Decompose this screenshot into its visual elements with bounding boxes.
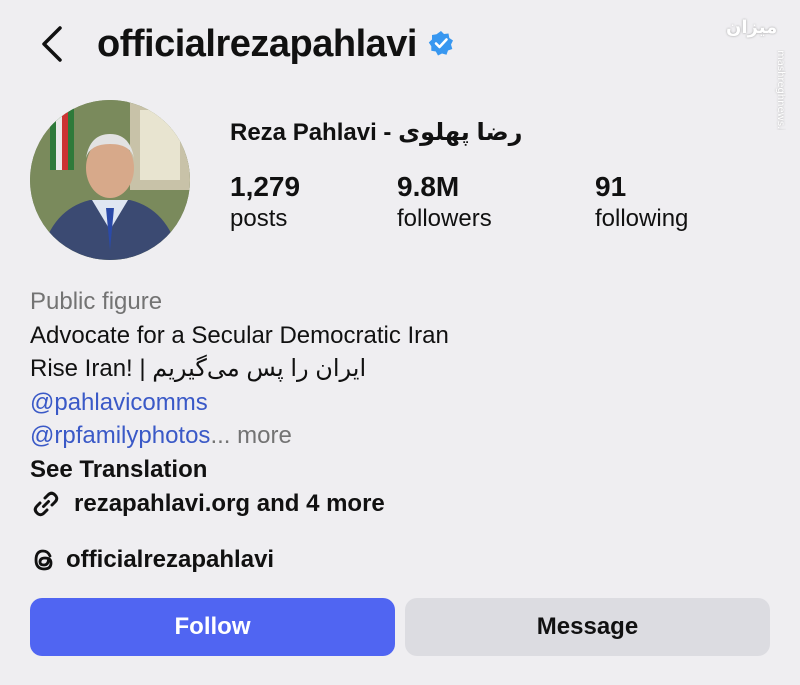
stat-label: following	[595, 205, 689, 232]
avatar-portrait-image	[30, 100, 190, 260]
stat-value: 9.8M	[397, 171, 460, 202]
threads-badge[interactable]: officialrezapahlavi	[30, 542, 274, 578]
profile-full-name: Reza Pahlavi - رضا پهلوی	[230, 119, 523, 146]
watermark-logo: میزان	[726, 17, 778, 38]
mention-link[interactable]: @pahlavicomms	[30, 386, 730, 420]
stat-value: 1,279	[230, 171, 301, 202]
stat-label: posts	[230, 205, 288, 232]
profile-bio: Public figure Advocate for a Secular Dem…	[30, 285, 730, 486]
profile-category: Public figure	[30, 288, 163, 315]
external-link[interactable]: rezapahlavi.org and 4 more	[30, 486, 385, 522]
verified-badge-icon	[428, 31, 453, 56]
stat-label: followers	[397, 205, 492, 232]
see-translation-button[interactable]: See Translation	[30, 453, 730, 487]
bio-mention-row: @rpfamilyphotos... more	[30, 419, 730, 453]
stat-following[interactable]: 91 following	[595, 170, 688, 234]
chevron-left-icon	[42, 26, 62, 62]
threads-icon	[34, 549, 53, 571]
stat-posts[interactable]: 1,279 posts	[230, 170, 300, 234]
more-button[interactable]: ... more	[210, 422, 291, 449]
bio-line: Rise Iran! | ایران را پس می‌گیریم	[30, 355, 367, 382]
stat-followers[interactable]: 9.8M followers	[397, 170, 492, 234]
bio-line: Advocate for a Secular Democratic Iran	[30, 321, 449, 349]
threads-username: officialrezapahlavi	[66, 546, 275, 573]
back-button[interactable]	[36, 22, 70, 66]
profile-header: officialrezapahlavi میزان mashreghnews.i…	[0, 0, 800, 130]
message-button[interactable]: Message	[405, 598, 770, 656]
profile-username: officialrezapahlavi	[97, 23, 417, 65]
external-link-label: rezapahlavi.org and 4 more	[74, 490, 385, 517]
follow-button[interactable]: Follow	[30, 598, 395, 656]
stat-value: 91	[595, 171, 627, 202]
avatar[interactable]	[30, 100, 190, 260]
mention-link[interactable]: @rpfamilyphotos	[30, 422, 210, 449]
watermark-url: mashreghnews.ir	[775, 50, 786, 130]
link-icon	[33, 491, 59, 517]
